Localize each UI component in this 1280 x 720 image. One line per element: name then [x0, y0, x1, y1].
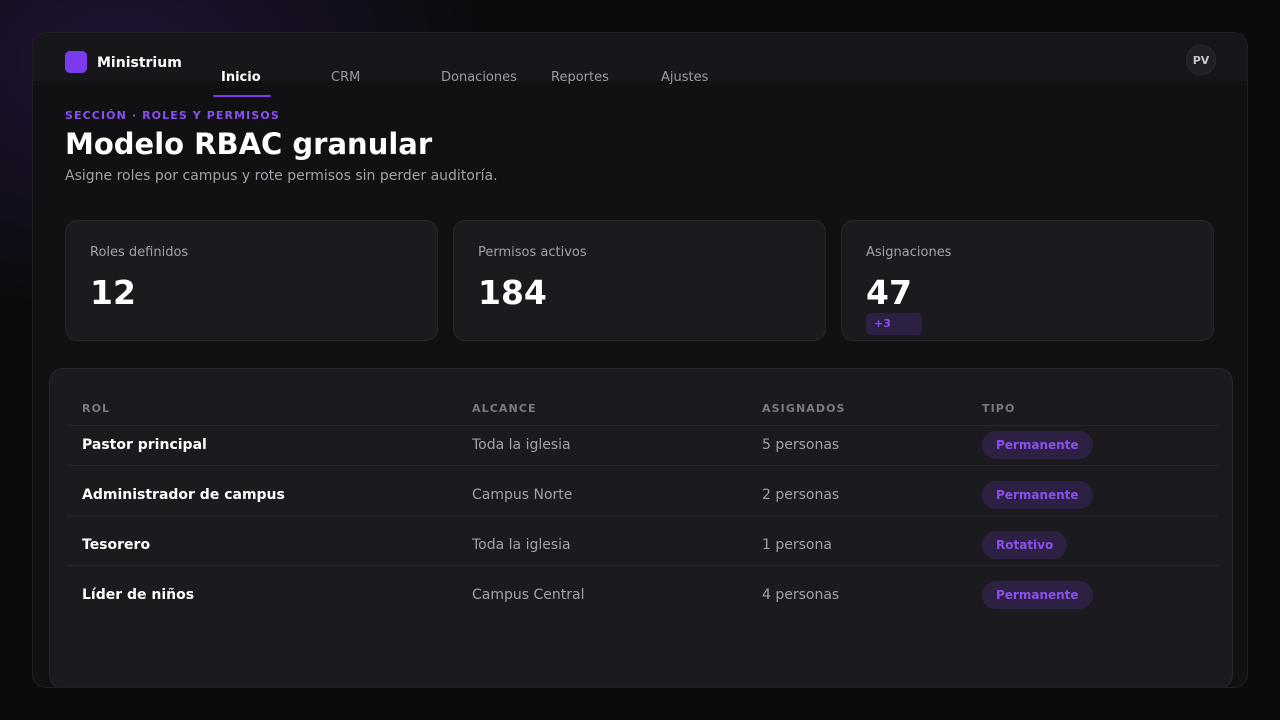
role-name: Líder de niños	[82, 587, 195, 603]
section-eyebrow: SECCIÓN · ROLES Y PERMISOS	[65, 109, 280, 122]
page-title: Modelo RBAC granular	[65, 127, 433, 161]
tab-donaciones[interactable]: Donaciones	[441, 71, 517, 97]
brand-logo-icon	[65, 51, 87, 73]
stat-label: Permisos activos	[478, 245, 587, 260]
role-assigned: 2 personas	[762, 487, 840, 503]
stat-label: Asignaciones	[866, 245, 952, 260]
role-assigned: 5 personas	[762, 437, 840, 453]
stat-value: 47	[866, 273, 912, 312]
role-scope: Campus Norte	[472, 487, 573, 503]
role-scope: Toda la iglesia	[472, 537, 571, 553]
tab-inicio[interactable]: Inicio	[221, 71, 261, 97]
stat-value: 184	[478, 273, 547, 312]
stat-label: Roles definidos	[90, 245, 189, 260]
stat-card-asignaciones: Asignaciones 47 +3	[841, 220, 1214, 341]
stat-change-badge: +3	[866, 313, 922, 335]
stat-card-roles: Roles definidos 12	[65, 220, 438, 341]
stat-card-permisos: Permisos activos 184	[453, 220, 826, 341]
stat-value: 12	[90, 273, 136, 312]
roles-table: ROL ALCANCE ASIGNADOS TIPO Pastor princi…	[49, 368, 1233, 687]
role-scope: Campus Central	[472, 587, 585, 603]
column-header-asignados: ASIGNADOS	[762, 402, 846, 415]
role-type-badge: Permanente	[982, 581, 1093, 609]
role-name: Pastor principal	[82, 437, 207, 453]
role-type-badge: Permanente	[982, 431, 1093, 459]
page-subtitle: Asigne roles por campus y rote permisos …	[65, 168, 498, 184]
column-header-alcance: ALCANCE	[472, 402, 537, 415]
role-name: Administrador de campus	[82, 487, 285, 503]
table-row[interactable]: Líder de niños Campus Central 4 personas…	[66, 565, 1218, 625]
top-bar	[33, 33, 1247, 81]
column-header-tipo: TIPO	[982, 402, 1016, 415]
user-avatar[interactable]: PV	[1186, 45, 1216, 75]
role-assigned: 1 persona	[762, 537, 832, 553]
role-scope: Toda la iglesia	[472, 437, 571, 453]
tab-ajustes[interactable]: Ajustes	[661, 71, 708, 97]
app-window: Ministrium Inicio CRM Donaciones Reporte…	[32, 32, 1248, 688]
brand-name: Ministrium	[97, 55, 182, 71]
tab-reportes[interactable]: Reportes	[551, 71, 609, 97]
tab-crm[interactable]: CRM	[331, 71, 360, 97]
role-assigned: 4 personas	[762, 587, 840, 603]
role-type-badge: Rotativo	[982, 531, 1068, 559]
role-name: Tesorero	[82, 537, 151, 553]
active-tab-indicator	[213, 95, 271, 97]
role-type-badge: Permanente	[982, 481, 1093, 509]
column-header-rol: ROL	[82, 402, 111, 415]
